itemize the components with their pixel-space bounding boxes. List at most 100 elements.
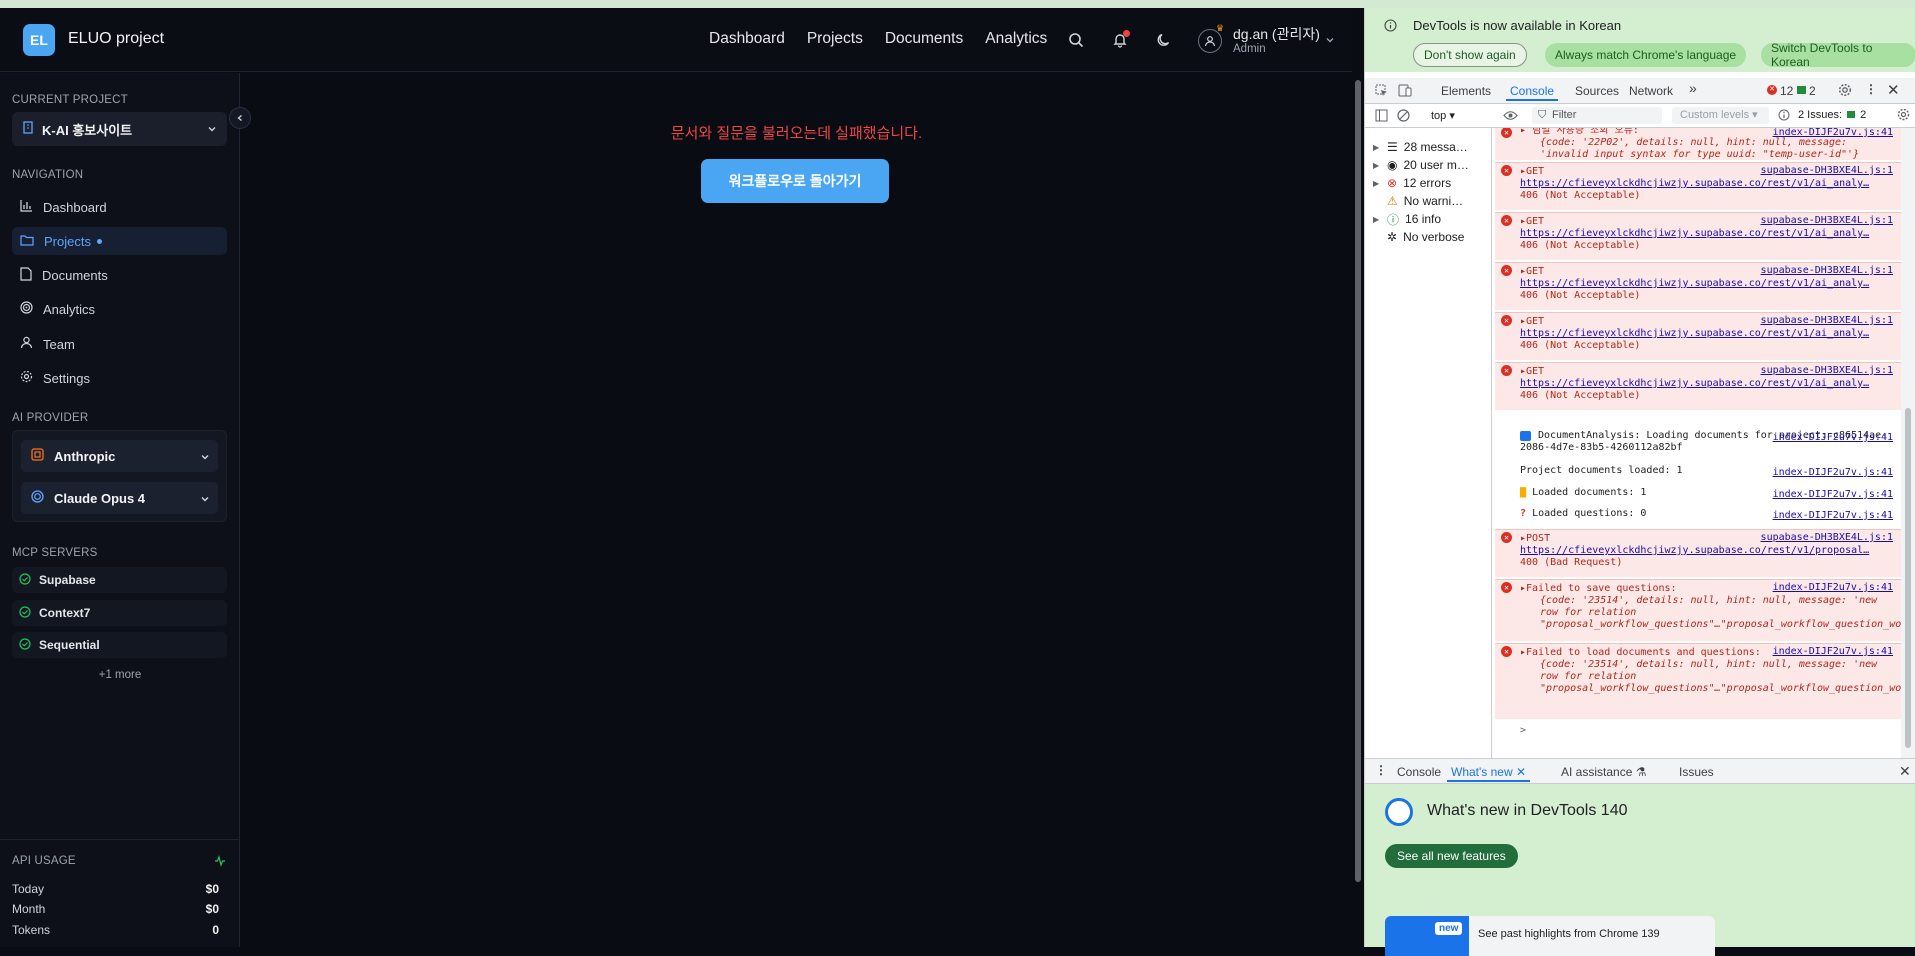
- search-icon[interactable]: [1065, 29, 1087, 51]
- highlights-card[interactable]: new See past highlights from Chrome 139: [1385, 916, 1715, 956]
- mcp-server-sequential[interactable]: Sequential: [12, 632, 227, 658]
- sidebar-toggle-icon[interactable]: [1375, 109, 1388, 125]
- inspect-icon[interactable]: [1375, 84, 1388, 100]
- tab-elements[interactable]: Elements: [1441, 84, 1491, 98]
- logo-badge[interactable]: EL: [23, 24, 55, 56]
- log-source-link[interactable]: supabase-DH3BXE4L.js:1: [1761, 165, 1893, 177]
- sidebar-item-documents[interactable]: Documents: [12, 261, 227, 289]
- drawer-tab-console[interactable]: Console: [1397, 765, 1441, 779]
- sidebar-errors[interactable]: ▶ ⊗ 12 errors: [1373, 174, 1451, 192]
- log-entry[interactable]: DocumentAnalysis: Loading documents for …: [1495, 430, 1901, 460]
- log-entry[interactable]: ✕ ▸GET supabase-DH3BXE4L.js:1 https://cf…: [1495, 312, 1901, 360]
- log-url-link[interactable]: https://cfieveyxlckdhcjiwzjy.supabase.co…: [1520, 545, 1895, 557]
- log-entry[interactable]: ? Loaded questions: 0 index-DIJF2u7v.js:…: [1495, 508, 1901, 526]
- log-source-link[interactable]: index-DIJF2u7v.js:41: [1773, 582, 1893, 594]
- sidebar-messages[interactable]: ▶ ☰ 28 messa…: [1373, 138, 1468, 156]
- settings-gear-icon[interactable]: [1838, 83, 1852, 100]
- sidebar-item-dashboard[interactable]: Dashboard: [12, 193, 227, 221]
- console-log[interactable]: ✕ ▸ 팀별 사용량 조회 오류: index-DIJF2u7v.js:41 {…: [1495, 128, 1901, 758]
- log-source-link[interactable]: index-DIJF2u7v.js:41: [1773, 489, 1893, 501]
- console-scrollbar-thumb[interactable]: [1905, 408, 1911, 748]
- log-url-link[interactable]: https://cfieveyxlckdhcjiwzjy.supabase.co…: [1520, 228, 1895, 240]
- app-title[interactable]: ELUO project: [68, 30, 164, 48]
- sidebar-item-team[interactable]: Team: [12, 330, 227, 358]
- log-source-link[interactable]: supabase-DH3BXE4L.js:1: [1761, 215, 1893, 227]
- log-source-link[interactable]: index-DIJF2u7v.js:41: [1773, 467, 1893, 479]
- log-source-link[interactable]: index-DIJF2u7v.js:41: [1773, 646, 1893, 658]
- log-source-link[interactable]: index-DIJF2u7v.js:41: [1773, 432, 1893, 444]
- nav-dashboard[interactable]: Dashboard: [709, 30, 785, 48]
- tab-sources[interactable]: Sources: [1575, 84, 1619, 98]
- model-select[interactable]: Claude Opus 4: [21, 482, 218, 514]
- log-source-link[interactable]: supabase-DH3BXE4L.js:1: [1761, 532, 1893, 544]
- log-source-link[interactable]: supabase-DH3BXE4L.js:1: [1761, 265, 1893, 277]
- log-entry[interactable]: ✕ ▸GET supabase-DH3BXE4L.js:1 https://cf…: [1495, 162, 1901, 210]
- log-entry[interactable]: ▇ Loaded documents: 1 index-DIJF2u7v.js:…: [1495, 487, 1901, 505]
- log-levels-select[interactable]: Custom levels ▾: [1672, 107, 1769, 124]
- sidebar-user-messages[interactable]: ▶ ◉ 20 user m…: [1373, 156, 1469, 174]
- log-entry[interactable]: ✕ ▸POST supabase-DH3BXE4L.js:1 https://c…: [1495, 529, 1901, 577]
- sidebar-item-settings[interactable]: Settings: [12, 364, 227, 392]
- log-url-link[interactable]: https://cfieveyxlckdhcjiwzjy.supabase.co…: [1520, 328, 1895, 340]
- back-to-workflow-button[interactable]: 워크플로우로 돌아가기: [701, 159, 889, 203]
- mcp-server-context7[interactable]: Context7: [12, 600, 227, 626]
- mcp-more-link[interactable]: +1 more: [0, 669, 240, 681]
- error-count[interactable]: 12: [1780, 84, 1793, 98]
- drawer-tab-whats-new[interactable]: What's new ✕: [1446, 765, 1531, 782]
- log-url-link[interactable]: https://cfieveyxlckdhcjiwzjy.supabase.co…: [1520, 278, 1895, 290]
- sidebar-collapse-button[interactable]: [229, 107, 251, 129]
- log-url-link[interactable]: https://cfieveyxlckdhcjiwzjy.supabase.co…: [1520, 378, 1895, 390]
- close-icon[interactable]: ✕: [1887, 81, 1900, 99]
- log-object[interactable]: {code: '22P02', details: null, hint: nul…: [1520, 137, 1895, 161]
- log-source-link[interactable]: supabase-DH3BXE4L.js:1: [1761, 315, 1893, 327]
- log-entry[interactable]: ✕ ▸Failed to load documents and question…: [1495, 643, 1901, 719]
- kebab-menu-icon[interactable]: ⋮: [1865, 82, 1877, 96]
- log-object[interactable]: {code: '23514', details: null, hint: nul…: [1520, 595, 1901, 631]
- device-toolbar-icon[interactable]: [1398, 84, 1412, 100]
- nav-documents[interactable]: Documents: [885, 30, 963, 48]
- tab-network[interactable]: Network: [1629, 84, 1673, 98]
- sidebar-info[interactable]: ▶ ⓘ 16 info: [1373, 210, 1441, 228]
- drawer-tab-issues[interactable]: Issues: [1679, 765, 1714, 779]
- project-selector[interactable]: K-AI 홍보사이트: [12, 112, 227, 146]
- nav-projects[interactable]: Projects: [807, 30, 863, 48]
- match-language-button[interactable]: Always match Chrome's language: [1545, 43, 1747, 67]
- issues-link[interactable]: 2 Issues: 2: [1798, 109, 1866, 121]
- mcp-server-supabase[interactable]: Supabase: [12, 567, 227, 593]
- drawer-menu-icon[interactable]: ⋮: [1375, 763, 1387, 777]
- log-source-link[interactable]: supabase-DH3BXE4L.js:1: [1761, 365, 1893, 377]
- eye-icon[interactable]: [1503, 110, 1518, 124]
- drawer-tab-ai-assistance[interactable]: AI assistance ⚗: [1561, 765, 1646, 779]
- log-entry[interactable]: ✕ ▸GET supabase-DH3BXE4L.js:1 https://cf…: [1495, 362, 1901, 410]
- log-entry[interactable]: ✕ ▸Failed to save questions: index-DIJF2…: [1495, 579, 1901, 641]
- sidebar-item-projects[interactable]: Projects: [12, 227, 227, 255]
- tab-console[interactable]: Console: [1505, 84, 1559, 101]
- log-entry[interactable]: Project documents loaded: 1 index-DIJF2u…: [1495, 465, 1901, 483]
- log-source-link[interactable]: index-DIJF2u7v.js:41: [1773, 128, 1893, 139]
- switch-korean-button[interactable]: Switch DevTools to Korean: [1761, 41, 1915, 69]
- user-name[interactable]: dg.an (관리자): [1233, 24, 1320, 44]
- context-select[interactable]: top ▾: [1431, 109, 1455, 122]
- page-scrollbar[interactable]: [1352, 70, 1364, 947]
- log-entry[interactable]: ✕ ▸GET supabase-DH3BXE4L.js:1 https://cf…: [1495, 262, 1901, 310]
- nav-analytics[interactable]: Analytics: [985, 30, 1047, 48]
- drawer-close-icon[interactable]: ✕: [1899, 763, 1911, 780]
- console-scrollbar[interactable]: [1901, 128, 1915, 758]
- sidebar-verbose[interactable]: ✲ No verbose: [1373, 228, 1464, 246]
- scrollbar-thumb[interactable]: [1355, 80, 1361, 882]
- log-object[interactable]: {code: '23514', details: null, hint: nul…: [1520, 659, 1901, 695]
- more-tabs-icon[interactable]: »: [1689, 80, 1697, 96]
- log-entry[interactable]: ✕ ▸GET supabase-DH3BXE4L.js:1 https://cf…: [1495, 212, 1901, 260]
- clear-console-icon[interactable]: [1397, 109, 1410, 125]
- see-all-features-button[interactable]: See all new features: [1385, 844, 1518, 868]
- message-count[interactable]: 2: [1809, 84, 1816, 98]
- sidebar-warnings[interactable]: ⚠ No warni…: [1373, 192, 1463, 210]
- console-settings-icon[interactable]: [1897, 108, 1910, 124]
- log-entry[interactable]: ✕ ▸ 팀별 사용량 조회 오류: index-DIJF2u7v.js:41 {…: [1495, 128, 1901, 160]
- log-source-link[interactable]: index-DIJF2u7v.js:41: [1773, 510, 1893, 522]
- sidebar-item-analytics[interactable]: Analytics: [12, 295, 227, 323]
- chevron-down-icon[interactable]: [1325, 32, 1335, 50]
- bell-icon[interactable]: [1109, 29, 1131, 51]
- dont-show-again-button[interactable]: Don't show again: [1413, 43, 1527, 67]
- filter-input[interactable]: ⛉ Filter: [1532, 107, 1662, 124]
